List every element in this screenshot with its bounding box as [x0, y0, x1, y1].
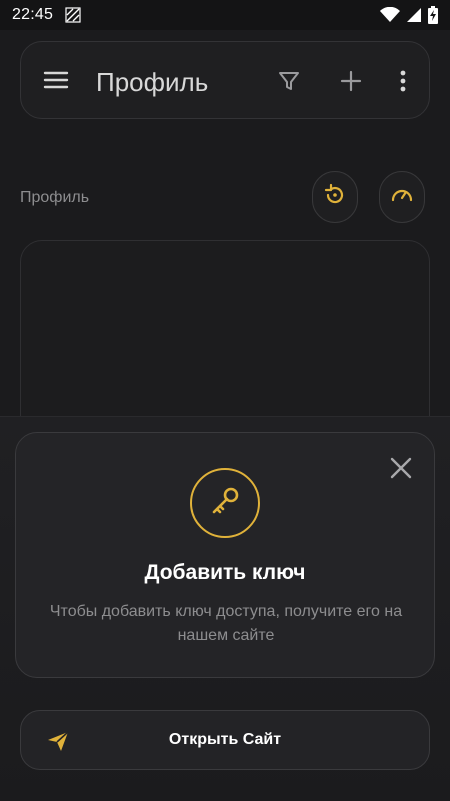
close-icon[interactable]	[388, 455, 414, 481]
filter-icon[interactable]	[277, 69, 301, 93]
add-key-title: Добавить ключ	[144, 561, 306, 584]
plus-icon[interactable]	[339, 69, 363, 93]
restore-button[interactable]	[312, 171, 358, 223]
open-site-label: Открыть Сайт	[168, 731, 282, 748]
restore-icon	[322, 182, 348, 213]
add-key-description: Чтобы добавить ключ доступа, получите ег…	[49, 603, 403, 644]
key-badge	[190, 468, 260, 538]
more-vert-icon[interactable]	[395, 69, 411, 93]
app-bar: Профиль	[20, 41, 430, 119]
section-label: Профиль	[20, 189, 90, 206]
battery-charging-icon	[428, 6, 438, 24]
add-key-card: Добавить ключ Чтобы добавить ключ доступ…	[15, 432, 435, 678]
page-title: Профиль	[96, 67, 209, 97]
key-icon	[208, 484, 242, 523]
status-bar: 22:45	[0, 0, 450, 30]
status-time: 22:45	[12, 6, 54, 23]
wifi-icon	[380, 7, 400, 23]
profile-card	[20, 240, 430, 440]
signal-icon	[406, 7, 422, 23]
speedtest-button[interactable]	[379, 171, 425, 223]
menu-icon[interactable]	[43, 68, 69, 92]
open-site-button[interactable]: Открыть Сайт	[20, 710, 430, 770]
data-saver-icon	[65, 7, 81, 23]
speedometer-icon	[389, 182, 415, 213]
